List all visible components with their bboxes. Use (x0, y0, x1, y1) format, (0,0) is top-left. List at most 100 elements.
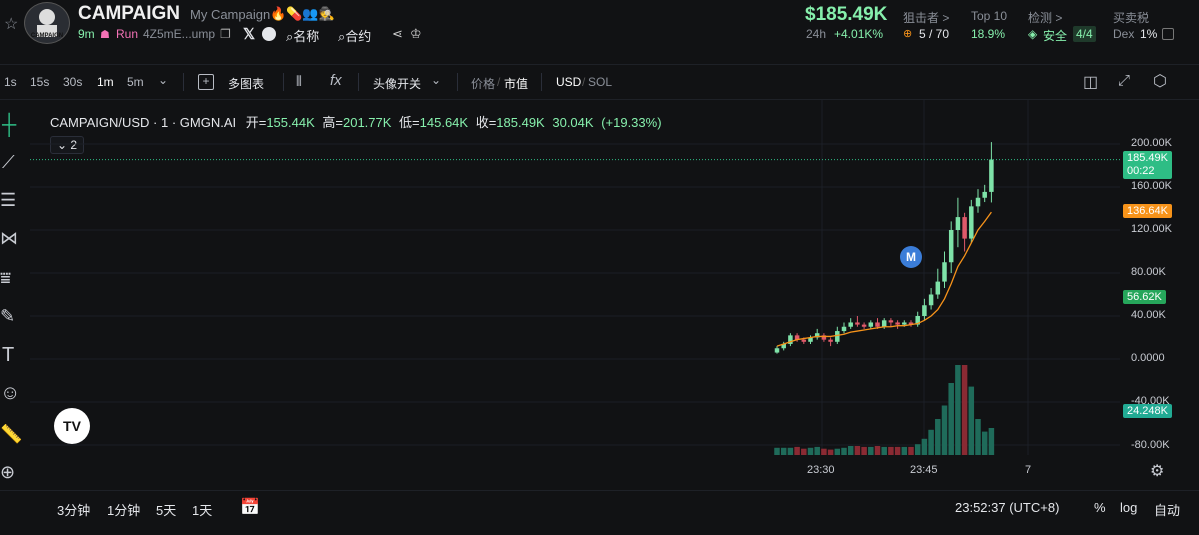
sol-toggle[interactable]: SOL (588, 75, 612, 89)
share-icon[interactable]: ⋖ (392, 26, 403, 42)
token-name: CAMPAIGN (78, 3, 181, 24)
range-3min[interactable]: 3分钟 (57, 500, 90, 519)
name-search-button[interactable]: ⌕名称 (286, 26, 319, 45)
candlestick-chart[interactable] (30, 100, 1199, 490)
low-marker-tag: 56.62K (1123, 290, 1166, 304)
volume-bar (941, 405, 948, 455)
candle-body (928, 294, 934, 306)
indicators-icon[interactable]: fx (330, 72, 342, 89)
usd-toggle[interactable]: USD (556, 75, 581, 89)
candle-body (835, 331, 840, 342)
token-header: ☆ CAMPAIGN CAMPAIGN My Campaign 🔥💊👥🕵 9m … (0, 0, 1199, 50)
sniper-label[interactable]: 狙击者 > (903, 9, 949, 26)
range-5d[interactable]: 5天 (156, 500, 176, 519)
toggle-slash: / (582, 75, 586, 89)
chevron-down-icon[interactable]: ⌄ (431, 73, 441, 87)
ruler-icon[interactable]: 📏 (0, 424, 22, 445)
range-1d[interactable]: 1天 (192, 500, 212, 519)
volume-bar (787, 447, 794, 455)
volume-bar (928, 429, 934, 455)
toggle-slash: / (497, 75, 501, 89)
volume-bar (847, 446, 854, 455)
text-tool-icon[interactable]: T (2, 344, 14, 367)
group-icon: 👥 (302, 6, 319, 21)
current-price-tag: 185.49K 00:22 (1123, 151, 1172, 179)
volume-bars (774, 365, 995, 455)
candle-type-icon[interactable]: ⫴ (296, 73, 302, 90)
price-toggle[interactable]: 价格 (471, 75, 495, 92)
bottom-toolbar: 3分钟 1分钟 5天 1天 📅 23:52:37 (UTC+8) % log 自… (0, 490, 1199, 527)
price-axis[interactable]: 200.00K 160.00K 120.00K 80.00K 40.00K 0.… (1120, 100, 1199, 460)
sniper-icon: ⊕ (903, 28, 913, 40)
axis-settings-icon[interactable]: ⚙ (1150, 461, 1164, 481)
chart-area[interactable]: CAMPAIGN/USD · 1 · GMGN.AI 开=155.44K 高=2… (30, 100, 1199, 490)
run-icon: ☗ (100, 29, 110, 41)
brush-icon[interactable]: ✎ (0, 306, 15, 327)
copy-icon[interactable]: ❐ (220, 27, 231, 41)
crown-icon[interactable]: ♔ (410, 26, 422, 42)
calendar-icon[interactable]: 📅 (240, 497, 260, 517)
trendline-icon[interactable]: ⟋ (2, 152, 15, 173)
horizontal-lines-icon[interactable]: ☰ (0, 190, 16, 211)
candle-body (875, 322, 880, 327)
crosshair-icon[interactable]: ┼ (2, 114, 16, 137)
volume-bar (874, 446, 881, 455)
contract-address[interactable]: 4Z5mE...ump (143, 27, 215, 41)
candle-body (828, 339, 833, 342)
chevron-down-icon[interactable]: ⌄ (158, 73, 168, 87)
interval-5m[interactable]: 5m (127, 75, 144, 89)
detect-badge: 4/4 (1073, 26, 1096, 42)
detect-label[interactable]: 检测 > (1028, 9, 1062, 26)
current-price-value: 185.49K (1127, 152, 1168, 164)
volume-bar (908, 446, 914, 455)
volume-bar (901, 446, 908, 455)
fib-icon[interactable]: ⩸ (0, 268, 11, 289)
interval-30s[interactable]: 30s (63, 75, 82, 89)
zoom-in-icon[interactable]: ⊕ (0, 462, 15, 483)
avatar-toggle-button[interactable]: 头像开关 (373, 75, 421, 92)
tradingview-logo-icon[interactable]: TV (54, 408, 90, 444)
volume-bar (794, 446, 800, 455)
volume-bar (961, 365, 968, 455)
volume-bar (955, 365, 961, 455)
candle-body (962, 217, 967, 239)
log-scale-button[interactable]: log (1120, 500, 1137, 515)
candle-body (774, 348, 780, 353)
interval-15s[interactable]: 15s (30, 75, 49, 89)
pattern-icon[interactable]: ⋈ (0, 228, 18, 249)
candle-body (948, 230, 954, 263)
tax-value: 1% (1140, 27, 1158, 41)
header-divider (0, 64, 1199, 65)
candle-body (888, 320, 894, 323)
percent-scale-button[interactable]: % (1094, 500, 1106, 515)
y-tick: 160.00K (1131, 180, 1172, 192)
emoji-icon[interactable]: ☺ (0, 382, 20, 405)
settings-icon[interactable]: ⬡ (1153, 71, 1167, 91)
hacker-icon: 🕵 (318, 6, 335, 21)
star-icon[interactable]: ☆ (4, 14, 18, 34)
y-tick: 40.00K (1131, 309, 1166, 321)
multi-chart-button[interactable]: 多图表 (228, 75, 264, 92)
fullscreen-icon[interactable]: ⤢ (1118, 72, 1130, 89)
badge-icons: 🔥💊👥🕵 (270, 6, 335, 22)
change-label: 24h (806, 27, 827, 41)
auto-scale-button[interactable]: 自动 (1154, 500, 1180, 519)
interval-1m[interactable]: 1m (97, 75, 114, 89)
add-icon[interactable]: + (198, 74, 214, 90)
volume-bar (807, 447, 814, 455)
x-twitter-icon[interactable]: 𝕏 (243, 25, 255, 43)
tax-toggle-icon[interactable] (1162, 28, 1174, 40)
candle-body (895, 322, 900, 325)
website-icon[interactable] (262, 27, 276, 41)
volume-bar (868, 446, 874, 455)
change-value: +4.01K% (834, 27, 884, 41)
volume-bar (914, 444, 921, 455)
interval-1s[interactable]: 1s (4, 75, 17, 89)
toolbar-separator (358, 73, 359, 91)
camera-icon[interactable]: ◫ (1083, 72, 1098, 92)
dev-marker[interactable]: M (900, 246, 922, 268)
contract-search-label: 合约 (345, 29, 372, 44)
range-1min[interactable]: 1分钟 (107, 500, 140, 519)
mcap-toggle[interactable]: 市值 (504, 75, 528, 92)
contract-search-button[interactable]: ⌕合约 (338, 26, 371, 45)
